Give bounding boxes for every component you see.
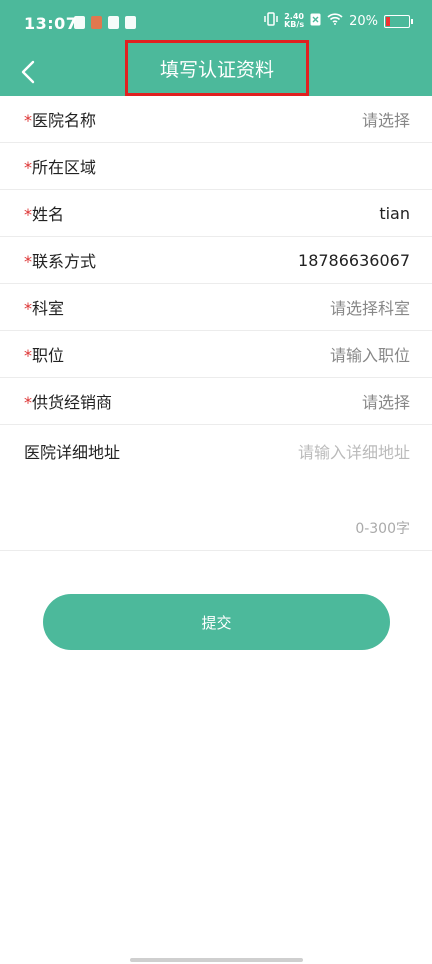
submit-label: 提交 [201, 613, 232, 632]
form-row-name[interactable]: *姓名 tian [0, 190, 432, 237]
required-mark: * [24, 111, 32, 130]
net-speed: 2.40 KB/s [284, 13, 304, 29]
name-input[interactable]: tian [379, 204, 410, 223]
message-icon [108, 16, 119, 29]
field-label: *姓名 [24, 201, 64, 225]
required-mark: * [24, 299, 32, 318]
page-title: 填写认证资料 [159, 58, 274, 81]
field-label: *科室 [24, 295, 64, 319]
battery-percent: 20% [349, 13, 378, 29]
department-select[interactable]: 请选择科室 [330, 295, 410, 319]
form-row-address[interactable]: 医院详细地址 请输入详细地址 0-300字 [0, 425, 432, 551]
form-row-distributor[interactable]: *供货经销商 请选择 [0, 378, 432, 425]
department-label: 科室 [32, 299, 65, 318]
no-sim-icon [310, 13, 321, 30]
field-label: *所在区域 [24, 154, 96, 178]
storage-icon [74, 16, 85, 29]
required-mark: * [24, 205, 32, 224]
form-row-region[interactable]: *所在区域 [0, 143, 432, 190]
status-right: 2.40 KB/s 20% [264, 12, 413, 30]
hospital-label: 医院名称 [32, 111, 97, 130]
title-highlight-box: 填写认证资料 [125, 40, 309, 96]
status-time: 13:07 [24, 14, 78, 33]
form-row-hospital[interactable]: *医院名称 请选择 [0, 96, 432, 143]
gallery-icon [125, 16, 136, 29]
certification-form: *医院名称 请选择 *所在区域 *姓名 tian *联系方式 187866360… [0, 96, 432, 551]
notification-icons [74, 16, 136, 29]
app-header: 13:07 2.40 KB/s 20% 填写认证资料 [0, 0, 432, 96]
distributor-label: 供货经销商 [32, 393, 113, 412]
region-label: 所在区域 [32, 158, 97, 177]
name-label: 姓名 [32, 205, 65, 224]
home-indicator[interactable] [130, 958, 303, 962]
hospital-select[interactable]: 请选择 [362, 107, 410, 131]
wifi-icon [327, 13, 343, 29]
contact-input[interactable]: 18786636067 [298, 251, 410, 270]
distributor-select[interactable]: 请选择 [362, 389, 410, 413]
required-mark: * [24, 252, 32, 271]
battery-icon [384, 14, 413, 28]
chevron-left-icon [21, 60, 35, 84]
vibrate-icon [264, 12, 278, 30]
field-label: *联系方式 [24, 248, 96, 272]
char-counter: 0-300字 [355, 521, 410, 537]
back-button[interactable] [14, 56, 46, 88]
contact-label: 联系方式 [32, 252, 97, 271]
app-notification-icon [91, 16, 102, 29]
field-label: *职位 [24, 342, 64, 366]
field-label: *医院名称 [24, 107, 96, 131]
required-mark: * [24, 346, 32, 365]
required-mark: * [24, 158, 32, 177]
submit-button[interactable]: 提交 [43, 594, 390, 650]
form-row-contact[interactable]: *联系方式 18786636067 [0, 237, 432, 284]
required-mark: * [24, 393, 32, 412]
address-textarea[interactable]: 请输入详细地址 [298, 439, 410, 463]
field-label: *供货经销商 [24, 389, 112, 413]
position-label: 职位 [32, 346, 65, 365]
position-input[interactable]: 请输入职位 [330, 342, 410, 366]
form-row-department[interactable]: *科室 请选择科室 [0, 284, 432, 331]
form-row-position[interactable]: *职位 请输入职位 [0, 331, 432, 378]
net-speed-unit: KB/s [284, 20, 305, 29]
